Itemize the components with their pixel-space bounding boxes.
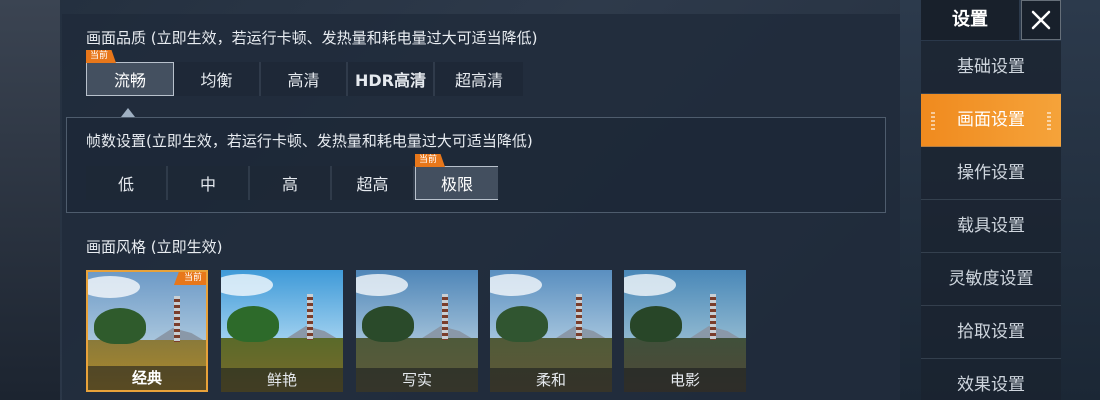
menu-item-controls[interactable]: 操作设置 (921, 147, 1061, 200)
option-label: 超高清 (454, 71, 503, 90)
style-option-classic[interactable]: 当前 经典 (86, 270, 208, 392)
thumb-tower (442, 294, 448, 340)
quality-option-ultra[interactable]: 超高清 (435, 62, 523, 96)
fps-option-high[interactable]: 高 (250, 166, 332, 200)
option-label: 低 (117, 175, 134, 194)
close-icon (1031, 10, 1051, 30)
thumb-tree (362, 306, 414, 342)
style-label: 鲜艳 (221, 368, 343, 392)
thumb-tower (710, 294, 716, 340)
current-badge: 当前 (173, 272, 206, 285)
settings-title: 设置 (921, 0, 1019, 40)
thumb-tower (174, 296, 180, 342)
style-option-soft[interactable]: 柔和 (490, 270, 612, 392)
option-label: 极限 (440, 175, 473, 194)
style-label: 柔和 (490, 368, 612, 392)
current-badge: 当前 (415, 154, 446, 167)
option-label: 高 (281, 175, 298, 194)
option-label: 高清 (287, 71, 320, 90)
option-label: 中 (199, 175, 216, 194)
option-label: 流畅 (113, 71, 146, 90)
expand-caret-icon (121, 108, 135, 117)
style-label: 写实 (356, 368, 478, 392)
option-label: HDR高清 (355, 71, 426, 90)
fps-option-ultra[interactable]: 超高 (332, 166, 415, 200)
option-label: 均衡 (200, 71, 233, 90)
thumb-tree (630, 306, 682, 342)
menu-item-graphics[interactable]: 画面设置 (921, 94, 1061, 147)
menu-item-label: 画面设置 (957, 110, 1025, 130)
style-option-realistic[interactable]: 写实 (356, 270, 478, 392)
style-label: 电影 (624, 368, 746, 392)
thumb-tree (94, 308, 146, 344)
fps-title: 帧数设置(立即生效，若运行卡顿、发热量和耗电量过大可适当降低) (86, 132, 533, 150)
thumb-tower (307, 294, 313, 340)
current-badge: 当前 (86, 50, 117, 63)
thumb-tree (496, 306, 548, 342)
fps-option-medium[interactable]: 中 (168, 166, 250, 200)
menu-item-sensitivity[interactable]: 灵敏度设置 (921, 253, 1061, 306)
close-button[interactable] (1021, 0, 1061, 40)
option-label: 超高 (356, 175, 389, 194)
quality-title: 画面品质 (立即生效，若运行卡顿、发热量和耗电量过大可适当降低) (86, 29, 538, 47)
quality-option-hdr[interactable]: HDR高清 (348, 62, 435, 96)
quality-option-smooth[interactable]: 当前 流畅 (86, 50, 174, 96)
quality-options: 当前 流畅 均衡 高清 HDR高清 超高清 (86, 50, 523, 96)
menu-item-vehicle[interactable]: 载具设置 (921, 200, 1061, 253)
settings-menu: 基础设置 画面设置 操作设置 载具设置 灵敏度设置 拾取设置 效果设置 (921, 41, 1061, 400)
menu-item-pickup[interactable]: 拾取设置 (921, 306, 1061, 359)
fps-option-low[interactable]: 低 (86, 166, 168, 200)
menu-item-effects[interactable]: 效果设置 (921, 359, 1061, 400)
fps-options: 低 中 高 超高 当前 极限 (86, 154, 498, 200)
style-title: 画面风格 (立即生效) (86, 238, 223, 256)
grip-icon (931, 112, 935, 130)
background-left (0, 0, 60, 400)
menu-item-basic[interactable]: 基础设置 (921, 41, 1061, 94)
style-option-cinematic[interactable]: 电影 (624, 270, 746, 392)
quality-option-balanced[interactable]: 均衡 (174, 62, 261, 96)
thumb-tree (227, 306, 279, 342)
thumb-tower (576, 294, 582, 340)
quality-option-hd[interactable]: 高清 (261, 62, 348, 96)
style-label: 经典 (88, 366, 206, 390)
fps-option-extreme[interactable]: 当前 极限 (415, 154, 498, 200)
grip-icon (1047, 112, 1051, 130)
style-option-vivid[interactable]: 鲜艳 (221, 270, 343, 392)
